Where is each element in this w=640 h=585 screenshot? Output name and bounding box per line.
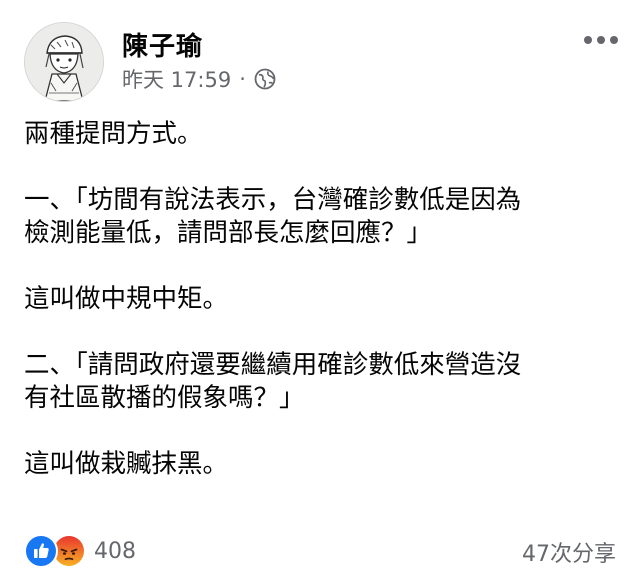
post-line-blank [24, 316, 624, 349]
post-line-blank [24, 415, 624, 448]
meta-separator: · [239, 67, 246, 91]
post-line: 這叫做中規中矩。 [24, 284, 229, 314]
post-line: 二、「請問政府還要繼續用確診數低來營造沒 [24, 350, 522, 380]
post-line-blank [24, 151, 624, 184]
reactions-summary[interactable]: 408 [24, 534, 136, 568]
post-meta: 昨天 17:59 · [122, 64, 276, 94]
post-timestamp[interactable]: 昨天 17:59 [122, 64, 231, 94]
more-dot [584, 36, 592, 44]
more-options-icon[interactable] [584, 36, 618, 44]
reaction-count: 408 [94, 538, 136, 564]
post-line: 有社區散播的假象嗎？」 [24, 383, 305, 413]
post-line-blank [24, 250, 624, 283]
more-dot [610, 36, 618, 44]
share-count[interactable]: 47次分享 [522, 536, 616, 568]
author-name[interactable]: 陳子瑜 [122, 26, 203, 63]
post-line: 兩種提問方式。 [24, 119, 203, 149]
globe-icon [254, 68, 276, 90]
facebook-post: 陳子瑜 昨天 17:59 · 兩種提問方式。 一、「坊間有說法表示，台灣確診數低… [0, 0, 640, 585]
post-line: 檢測能量低，請問部長怎麼回應？」 [24, 218, 433, 248]
cartoon-avatar-icon [25, 23, 103, 101]
author-avatar[interactable] [24, 22, 104, 102]
post-body: 兩種提問方式。 一、「坊間有說法表示，台灣確診數低是因為 檢測能量低，請問部長怎… [24, 118, 624, 481]
post-line: 這叫做栽贓抹黑。 [24, 449, 229, 479]
more-dot [597, 36, 605, 44]
like-icon [24, 534, 58, 568]
post-line: 一、「坊間有說法表示，台灣確診數低是因為 [24, 185, 522, 215]
